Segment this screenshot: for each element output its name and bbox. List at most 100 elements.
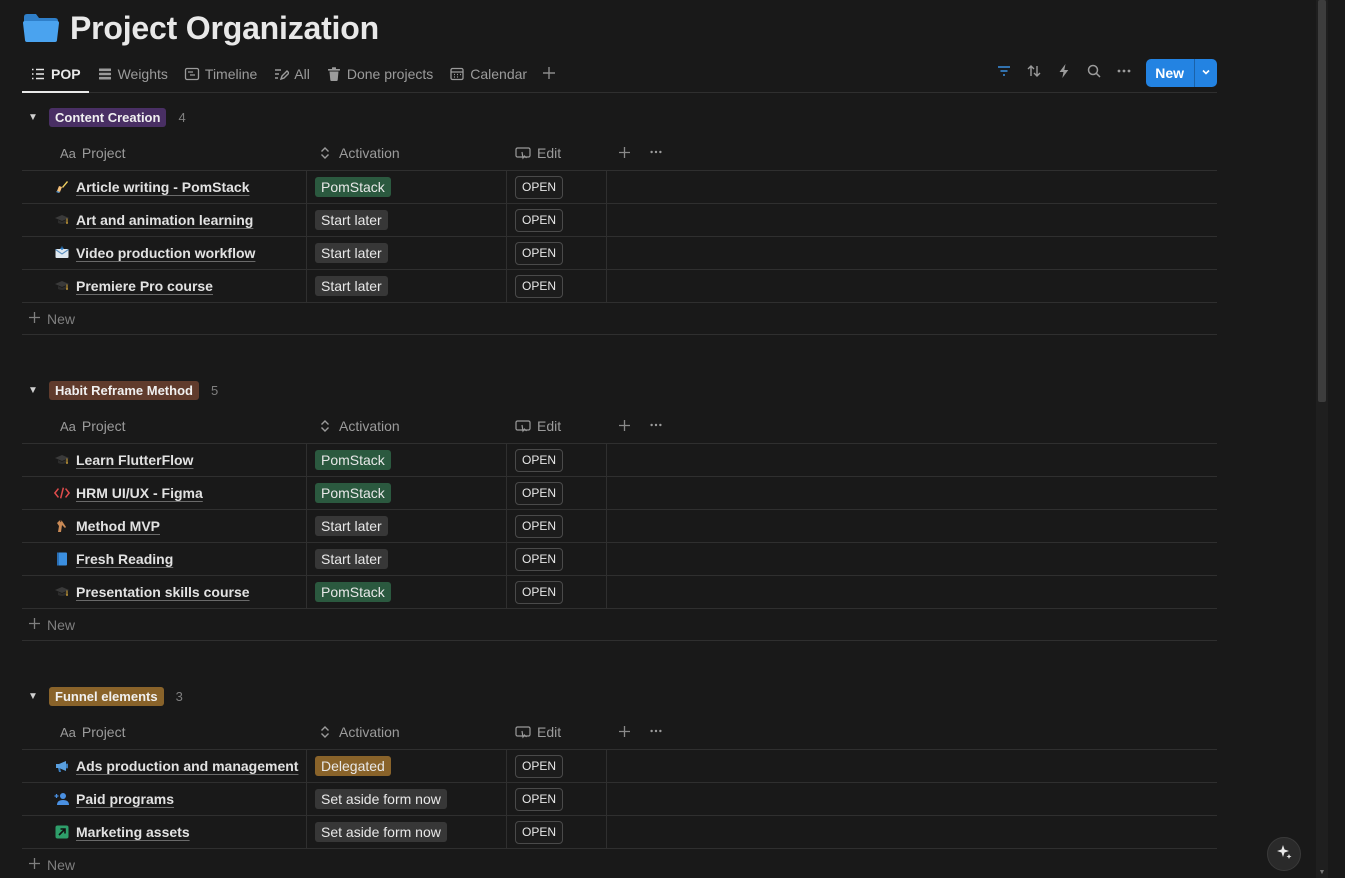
table-row[interactable]: Fresh Reading Start later OPEN <box>22 542 1217 576</box>
row-title-link[interactable]: Fresh Reading <box>76 551 173 567</box>
table-row[interactable]: Learn FlutterFlow PomStack OPEN <box>22 443 1217 477</box>
open-button[interactable]: OPEN <box>515 514 564 538</box>
new-button[interactable]: New <box>1146 59 1195 87</box>
cell-project[interactable]: Art and animation learning <box>22 203 307 237</box>
tab-pop[interactable]: POP <box>22 56 89 93</box>
cell-project[interactable]: Video production workflow <box>22 236 307 270</box>
cell-project[interactable]: Learn FlutterFlow <box>22 443 307 477</box>
open-button[interactable]: OPEN <box>515 754 564 778</box>
row-title-link[interactable]: Article writing - PomStack <box>76 179 249 195</box>
cell-project[interactable]: Premiere Pro course <box>22 269 307 303</box>
add-row-button[interactable]: New <box>22 609 1217 641</box>
tab-calendar[interactable]: Calendar <box>441 56 535 92</box>
cell-activation[interactable]: Set aside form now <box>307 782 507 816</box>
cell-project[interactable]: Fresh Reading <box>22 542 307 576</box>
scrollbar-thumb[interactable] <box>1318 0 1326 402</box>
open-button[interactable]: OPEN <box>515 208 564 232</box>
table-row[interactable]: HRM UI/UX - Figma PomStack OPEN <box>22 476 1217 510</box>
cell-activation[interactable]: Set aside form now <box>307 815 507 849</box>
table-row[interactable]: Paid programs Set aside form now OPEN <box>22 782 1217 816</box>
table-row[interactable]: Premiere Pro course Start later OPEN <box>22 269 1217 303</box>
collapse-toggle-icon[interactable]: ▼ <box>23 691 43 702</box>
collapse-toggle-icon[interactable]: ▼ <box>23 112 43 123</box>
table-row[interactable]: Article writing - PomStack PomStack OPEN <box>22 170 1217 204</box>
tab-timeline[interactable]: Timeline <box>176 56 265 92</box>
column-header-activation[interactable]: Activation <box>307 409 507 444</box>
row-title-link[interactable]: Art and animation learning <box>76 212 253 228</box>
open-button[interactable]: OPEN <box>515 274 564 298</box>
filter-button[interactable] <box>989 59 1019 87</box>
row-title-link[interactable]: Ads production and management <box>76 758 298 774</box>
open-button[interactable]: OPEN <box>515 175 564 199</box>
row-title-link[interactable]: Paid programs <box>76 791 174 807</box>
automation-button[interactable] <box>1049 59 1079 87</box>
group-tag[interactable]: Habit Reframe Method <box>49 380 199 400</box>
cell-activation[interactable]: Start later <box>307 236 507 270</box>
table-row[interactable]: Method MVP Start later OPEN <box>22 509 1217 543</box>
sort-button[interactable] <box>1019 59 1049 87</box>
add-view-button[interactable] <box>537 62 561 86</box>
cell-project[interactable]: Marketing assets <box>22 815 307 849</box>
cell-project[interactable]: Presentation skills course <box>22 575 307 609</box>
cell-activation[interactable]: PomStack <box>307 476 507 510</box>
cell-activation[interactable]: PomStack <box>307 170 507 204</box>
folder-icon[interactable] <box>22 12 60 44</box>
row-title-link[interactable]: Premiere Pro course <box>76 278 213 294</box>
row-title-link[interactable]: Marketing assets <box>76 824 190 840</box>
add-row-button[interactable]: New <box>22 303 1217 335</box>
open-button[interactable]: OPEN <box>515 787 564 811</box>
row-title-link[interactable]: Video production workflow <box>76 245 255 261</box>
table-row[interactable]: Ads production and management Delegated OP… <box>22 749 1217 783</box>
column-more-button[interactable] <box>641 715 671 750</box>
add-property-button[interactable] <box>607 715 641 750</box>
table-row[interactable]: Marketing assets Set aside form now OPEN <box>22 815 1217 849</box>
new-dropdown-button[interactable] <box>1195 59 1217 87</box>
open-button[interactable]: OPEN <box>515 448 564 472</box>
open-button[interactable]: OPEN <box>515 481 564 505</box>
open-button[interactable]: OPEN <box>515 547 564 571</box>
column-header-edit[interactable]: Edit <box>507 715 607 750</box>
cell-activation[interactable]: PomStack <box>307 575 507 609</box>
group-tag[interactable]: Content Creation <box>49 107 167 127</box>
tab-weights[interactable]: Weights <box>89 56 176 92</box>
column-header-edit[interactable]: Edit <box>507 136 607 171</box>
open-button[interactable]: OPEN <box>515 241 564 265</box>
cell-activation[interactable]: Start later <box>307 269 507 303</box>
column-more-button[interactable] <box>641 409 671 444</box>
column-header-activation[interactable]: Activation <box>307 715 507 750</box>
ai-assistant-button[interactable] <box>1267 837 1301 871</box>
cell-project[interactable]: Paid programs <box>22 782 307 816</box>
tab-all[interactable]: All <box>265 56 318 92</box>
open-button[interactable]: OPEN <box>515 820 564 844</box>
row-title-link[interactable]: Method MVP <box>76 518 160 534</box>
add-property-button[interactable] <box>607 136 641 171</box>
table-row[interactable]: Presentation skills course PomStack OPEN <box>22 575 1217 609</box>
row-title-link[interactable]: Learn FlutterFlow <box>76 452 193 468</box>
cell-activation[interactable]: Start later <box>307 509 507 543</box>
column-header-project[interactable]: Aa Project <box>22 409 307 444</box>
tab-done-projects[interactable]: Done projects <box>318 56 441 92</box>
scroll-down-arrow[interactable]: ▼ <box>1318 869 1326 876</box>
table-row[interactable]: Video production workflow Start later OPEN <box>22 236 1217 270</box>
cell-activation[interactable]: Start later <box>307 203 507 237</box>
cell-project[interactable]: HRM UI/UX - Figma <box>22 476 307 510</box>
row-title-link[interactable]: HRM UI/UX - Figma <box>76 485 203 501</box>
cell-project[interactable]: Method MVP <box>22 509 307 543</box>
cell-activation[interactable]: Start later <box>307 542 507 576</box>
open-button[interactable]: OPEN <box>515 580 564 604</box>
row-title-link[interactable]: Presentation skills course <box>76 584 250 600</box>
cell-project[interactable]: Article writing - PomStack <box>22 170 307 204</box>
search-button[interactable] <box>1079 59 1109 87</box>
cell-project[interactable]: Ads production and management <box>22 749 307 783</box>
column-header-project[interactable]: Aa Project <box>22 136 307 171</box>
add-row-button[interactable]: New <box>22 849 1217 878</box>
column-header-activation[interactable]: Activation <box>307 136 507 171</box>
cell-activation[interactable]: PomStack <box>307 443 507 477</box>
more-options-button[interactable] <box>1109 59 1139 87</box>
cell-activation[interactable]: Delegated <box>307 749 507 783</box>
table-row[interactable]: Art and animation learning Start later OPE… <box>22 203 1217 237</box>
collapse-toggle-icon[interactable]: ▼ <box>23 385 43 396</box>
column-header-edit[interactable]: Edit <box>507 409 607 444</box>
page-title[interactable]: Project Organization <box>70 10 379 47</box>
column-more-button[interactable] <box>641 136 671 171</box>
